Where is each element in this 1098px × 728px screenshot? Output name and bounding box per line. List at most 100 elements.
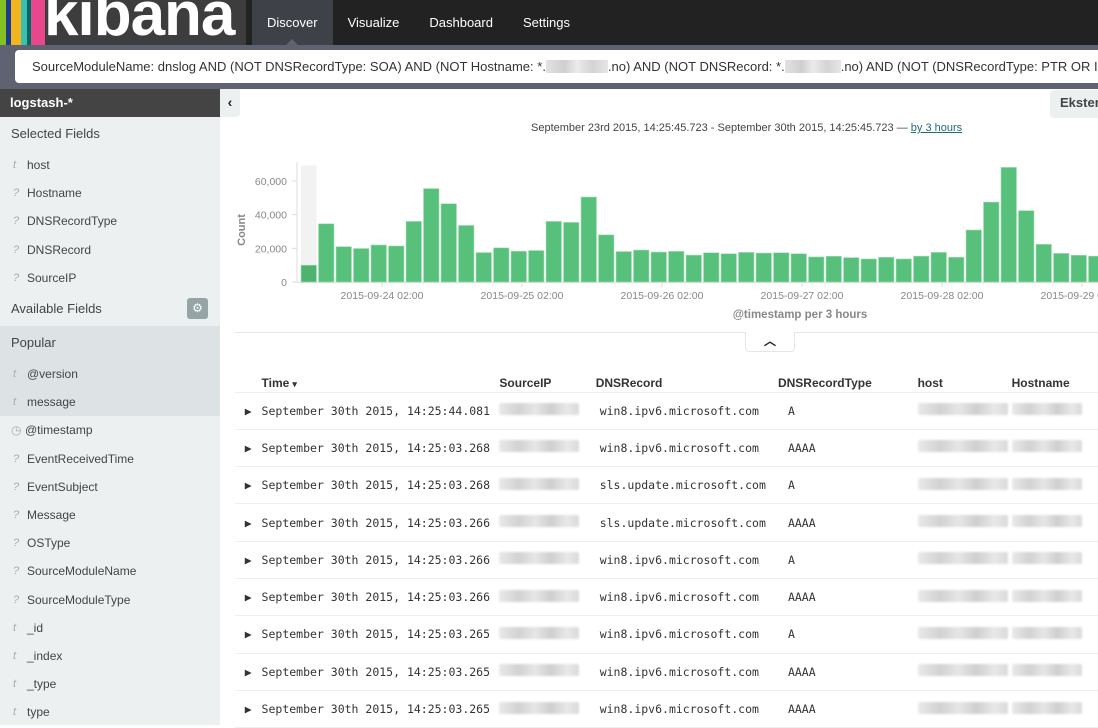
cell-hostname bbox=[1012, 467, 1098, 504]
field-item[interactable]: ?DNSRecord bbox=[0, 236, 220, 264]
table-row[interactable]: ▶September 30th 2015, 14:25:44.081win8.i… bbox=[235, 392, 1098, 429]
field-item[interactable]: ?SourceIP bbox=[0, 264, 220, 292]
redacted-value bbox=[1012, 702, 1082, 714]
cell-dnsrecord: win8.ipv6.microsoft.com bbox=[596, 429, 778, 466]
histogram-bar bbox=[826, 256, 842, 282]
field-item[interactable]: t@version bbox=[0, 360, 220, 388]
field-name: EventReceivedTime bbox=[27, 445, 134, 473]
field-item[interactable]: ?Message bbox=[0, 501, 220, 529]
x-tick-label: 2015-09-24 02:00 bbox=[341, 290, 424, 302]
sort-desc-icon[interactable]: ▾ bbox=[292, 379, 297, 389]
redacted-value bbox=[1012, 403, 1082, 415]
field-name: EventSubject bbox=[27, 473, 98, 501]
histogram-bar bbox=[739, 252, 755, 282]
redacted-value bbox=[499, 702, 579, 714]
table-row[interactable]: ▶September 30th 2015, 14:25:03.265win8.i… bbox=[235, 616, 1098, 653]
expand-row-caret-icon[interactable]: ▶ bbox=[235, 578, 262, 615]
string-type-icon: t bbox=[13, 388, 27, 416]
field-item[interactable]: ?Hostname bbox=[0, 179, 220, 207]
field-item[interactable]: ?SourceModuleType bbox=[0, 585, 220, 613]
histogram-bar bbox=[721, 254, 737, 282]
table-row[interactable]: ▶September 30th 2015, 14:25:03.266win8.i… bbox=[235, 578, 1098, 615]
field-item[interactable]: ?OSType bbox=[0, 529, 220, 557]
expand-row-caret-icon[interactable]: ▶ bbox=[235, 541, 262, 578]
column-header-label: Time bbox=[262, 376, 290, 390]
search-query-input[interactable]: SourceModuleName: dnslog AND (NOT DNSRec… bbox=[15, 50, 1098, 83]
redacted-value bbox=[1012, 664, 1082, 676]
field-name: @timestamp bbox=[25, 416, 93, 444]
column-header-hostname[interactable]: Hostname bbox=[1012, 372, 1098, 392]
field-item[interactable]: t_type bbox=[0, 670, 220, 698]
cell-sourceip bbox=[499, 653, 595, 690]
nav-tab-discover[interactable]: Discover bbox=[252, 0, 333, 45]
table-row[interactable]: ▶September 30th 2015, 14:25:03.265win8.i… bbox=[235, 653, 1098, 690]
string-type-icon: t bbox=[13, 151, 27, 179]
table-row[interactable]: ▶September 30th 2015, 14:25:03.266sls.up… bbox=[235, 504, 1098, 541]
field-item[interactable]: ?EventSubject bbox=[0, 473, 220, 501]
expand-row-caret-icon[interactable]: ▶ bbox=[235, 504, 262, 541]
histogram-bar bbox=[879, 257, 895, 282]
histogram-bar bbox=[704, 253, 720, 282]
cell-sourceip bbox=[499, 578, 595, 615]
cell-time: September 30th 2015, 14:25:03.268 bbox=[262, 429, 500, 466]
field-item[interactable]: ?EventReceivedTime bbox=[0, 445, 220, 473]
field-item[interactable]: t_id bbox=[0, 614, 220, 642]
histogram-bar bbox=[529, 251, 545, 282]
field-item[interactable]: ttype bbox=[0, 698, 220, 726]
expand-row-caret-icon[interactable]: ▶ bbox=[235, 467, 262, 504]
redacted-value bbox=[918, 552, 1008, 564]
redacted-value bbox=[918, 590, 1008, 602]
expand-row-caret-icon[interactable]: ▶ bbox=[235, 616, 262, 653]
y-tick-label: 40,000 bbox=[255, 210, 287, 222]
x-tick-label: 2015-09-29 02:00 bbox=[1041, 290, 1098, 302]
table-row[interactable]: ▶September 30th 2015, 14:25:03.265win8.i… bbox=[235, 690, 1098, 727]
table-row[interactable]: ▶September 30th 2015, 14:25:03.268 win8.i… bbox=[235, 429, 1098, 466]
field-item[interactable]: ?SourceModuleName bbox=[0, 557, 220, 585]
field-name: @version bbox=[27, 360, 78, 388]
field-item[interactable]: tmessage bbox=[0, 388, 220, 416]
field-item[interactable]: thost bbox=[0, 151, 220, 179]
column-header-host[interactable]: host bbox=[918, 372, 1012, 392]
nav-tab-visualize[interactable]: Visualize bbox=[333, 0, 415, 45]
cell-dnsrecord: sls.update.microsoft.com bbox=[596, 467, 778, 504]
redacted-value bbox=[499, 590, 579, 602]
toggle-chart-chevron-up-icon[interactable]: ︿ bbox=[745, 332, 795, 352]
field-item[interactable]: ?DNSRecordType bbox=[0, 207, 220, 235]
field-item[interactable]: ◷@timestamp bbox=[0, 416, 220, 444]
cell-time: September 30th 2015, 14:25:03.268 bbox=[262, 467, 500, 504]
nav-tab-dashboard[interactable]: Dashboard bbox=[414, 0, 508, 45]
column-header-time[interactable]: Time▾ bbox=[262, 372, 500, 392]
table-row[interactable]: ▶September 30th 2015, 14:25:03.268 sls.up… bbox=[235, 467, 1098, 504]
histogram-bar bbox=[581, 197, 597, 282]
kibana-logo[interactable]: kibana bbox=[0, 0, 246, 45]
unknown-type-icon: ? bbox=[13, 445, 27, 473]
expand-row-caret-icon[interactable]: ▶ bbox=[235, 653, 262, 690]
field-name: DNSRecordType bbox=[27, 207, 117, 235]
cell-dnsrecordtype: A bbox=[778, 541, 918, 578]
histogram-bar bbox=[1019, 211, 1035, 282]
unknown-type-icon: ? bbox=[13, 473, 27, 501]
column-header-dnsrecord[interactable]: DNSRecord bbox=[596, 372, 778, 392]
column-header-sourceip[interactable]: SourceIP bbox=[499, 372, 595, 392]
column-header-dnsrecordtype[interactable]: DNSRecordType bbox=[778, 372, 918, 392]
saved-search-button[interactable]: Ekster bbox=[1050, 90, 1098, 118]
expand-row-caret-icon[interactable]: ▶ bbox=[235, 392, 262, 429]
other-fields-list: ◷@timestamp?EventReceivedTime?EventSubje… bbox=[0, 416, 220, 726]
top-navbar: kibana DiscoverVisualizeDashboardSetting… bbox=[0, 0, 1098, 45]
redacted-value bbox=[918, 664, 1008, 676]
nav-tab-settings[interactable]: Settings bbox=[508, 0, 585, 45]
index-pattern-selector[interactable]: logstash-* bbox=[0, 89, 220, 117]
expand-row-caret-icon[interactable]: ▶ bbox=[235, 690, 262, 727]
table-row[interactable]: ▶September 30th 2015, 14:25:03.266win8.i… bbox=[235, 541, 1098, 578]
cell-dnsrecordtype: A bbox=[778, 392, 918, 429]
column-header-label: host bbox=[918, 376, 943, 390]
histogram-bar bbox=[354, 249, 370, 282]
column-header-label: DNSRecordType bbox=[778, 376, 872, 390]
field-settings-gear-icon[interactable]: ⚙ bbox=[187, 298, 208, 319]
field-item[interactable]: t_index bbox=[0, 642, 220, 670]
histogram-bar bbox=[791, 254, 807, 282]
collapse-sidebar-chevron-left-icon[interactable]: ‹ bbox=[220, 89, 240, 117]
expand-row-caret-icon[interactable]: ▶ bbox=[235, 429, 262, 466]
interval-link[interactable]: by 3 hours bbox=[911, 122, 962, 134]
cell-sourceip bbox=[499, 504, 595, 541]
